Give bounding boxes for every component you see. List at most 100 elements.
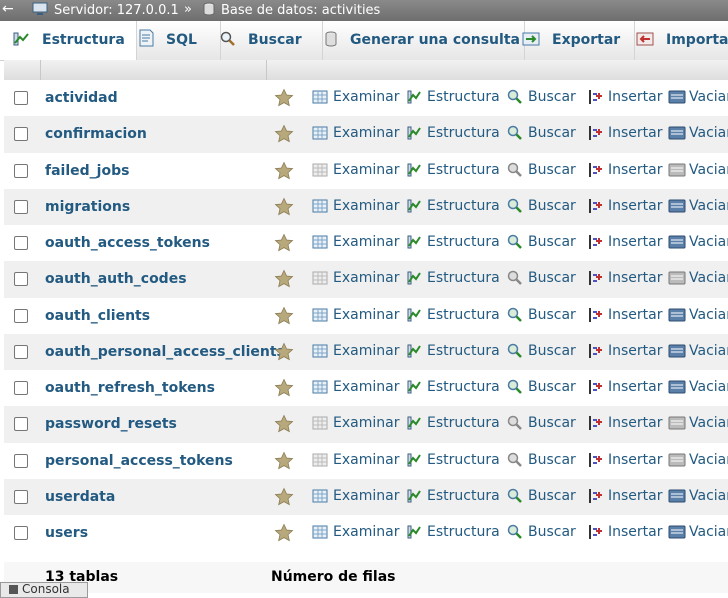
breadcrumb-database-label: Base de datos: activities	[221, 3, 381, 18]
browse-label: Examinar	[333, 125, 400, 142]
search-icon	[507, 270, 523, 286]
table-name-link[interactable]: oauth_personal_access_clients	[45, 344, 285, 360]
tab-structure[interactable]: Estructura	[0, 21, 137, 60]
search-label: Buscar	[528, 306, 576, 323]
search-icon	[507, 488, 523, 504]
tab-query[interactable]: Generar una consulta	[308, 21, 525, 60]
structure-icon	[406, 415, 422, 431]
table-name-link[interactable]: failed_jobs	[45, 163, 129, 179]
search-icon	[507, 343, 523, 359]
favorite-star-icon[interactable]	[274, 269, 294, 289]
breadcrumb-server[interactable]: Servidor: 127.0.0.1	[32, 2, 179, 18]
row-checkbox[interactable]	[14, 308, 28, 323]
empty-label: Vaciar	[689, 524, 728, 540]
insert-icon	[587, 234, 603, 250]
row-checkbox[interactable]	[14, 453, 28, 468]
insert-label: Insertar	[608, 415, 663, 432]
row-checkbox[interactable]	[14, 272, 28, 287]
table-name-link[interactable]: actividad	[45, 90, 118, 106]
row-checkbox[interactable]	[14, 199, 28, 214]
browse-label: Examinar	[333, 415, 400, 432]
table-name-link[interactable]: confirmacion	[45, 126, 147, 142]
breadcrumb-database[interactable]: Base de datos: activities	[203, 2, 380, 18]
favorite-star-icon[interactable]	[274, 88, 294, 108]
tab-export[interactable]: Exportar	[508, 21, 635, 60]
favorite-star-icon[interactable]	[274, 197, 294, 217]
structure-label: Estructura	[427, 487, 500, 504]
search-label: Buscar	[528, 342, 576, 359]
row-checkbox[interactable]	[14, 489, 28, 504]
favorite-star-icon[interactable]	[274, 161, 294, 181]
table-name-link[interactable]: password_resets	[45, 416, 177, 432]
browse-icon	[312, 270, 328, 286]
browse-label: Examinar	[333, 197, 400, 214]
structure-label: Estructura	[427, 270, 500, 287]
row-checkbox[interactable]	[14, 91, 28, 105]
rows-column-label: Número de filas	[271, 569, 396, 585]
empty-label: Vaciar	[689, 451, 728, 468]
table-row: userdata Examinar Estructura Buscar Insertar…	[4, 478, 728, 515]
table-name-link[interactable]: userdata	[45, 489, 115, 505]
insert-icon	[587, 343, 603, 359]
insert-label: Insertar	[608, 487, 663, 504]
favorite-star-icon[interactable]	[274, 487, 294, 507]
sql-icon	[139, 29, 154, 47]
table-name-link[interactable]: oauth_access_tokens	[45, 235, 210, 251]
structure-icon	[406, 524, 422, 540]
favorite-star-icon[interactable]	[274, 233, 294, 253]
insert-label: Insertar	[608, 270, 663, 287]
table-name-link[interactable]: oauth_auth_codes	[45, 271, 187, 287]
tab-search[interactable]: Buscar	[206, 21, 323, 60]
empty-label: Vaciar	[689, 234, 728, 250]
search-label: Buscar	[528, 451, 576, 468]
insert-icon	[587, 89, 603, 105]
row-checkbox[interactable]	[14, 526, 28, 540]
insert-label: Insertar	[608, 524, 663, 540]
browse-icon	[312, 162, 328, 178]
table-row: personal_access_tokens Examinar Estructura…	[4, 442, 728, 479]
search-icon	[220, 31, 235, 46]
favorite-star-icon[interactable]	[274, 306, 294, 326]
row-checkbox[interactable]	[14, 381, 28, 395]
browse-icon	[312, 234, 328, 250]
row-checkbox[interactable]	[14, 163, 28, 178]
row-checkbox[interactable]	[14, 344, 28, 359]
insert-icon	[587, 198, 603, 214]
browse-label: Examinar	[333, 89, 400, 105]
table-name-link[interactable]: personal_access_tokens	[45, 453, 233, 469]
browse-label: Examinar	[333, 379, 400, 395]
structure-icon	[406, 307, 422, 323]
insert-icon	[587, 125, 603, 141]
table-name-link[interactable]: oauth_refresh_tokens	[45, 380, 215, 396]
tab-import[interactable]: Importar	[620, 21, 728, 60]
empty-label: Vaciar	[689, 306, 728, 323]
favorite-star-icon[interactable]	[274, 378, 294, 398]
back-arrow-icon[interactable]: ←	[2, 1, 14, 17]
row-checkbox[interactable]	[14, 127, 28, 142]
insert-label: Insertar	[608, 89, 663, 105]
browse-icon	[312, 524, 328, 540]
structure-icon	[13, 32, 29, 46]
empty-table-icon	[668, 488, 686, 504]
row-checkbox[interactable]	[14, 236, 28, 250]
browse-label: Examinar	[333, 342, 400, 359]
console-toggle[interactable]: Consola	[0, 582, 88, 598]
empty-table-icon	[668, 452, 686, 468]
favorite-star-icon[interactable]	[274, 523, 294, 543]
browse-label: Examinar	[333, 306, 400, 323]
table-name-link[interactable]: oauth_clients	[45, 308, 150, 324]
table-name-link[interactable]: users	[45, 525, 88, 541]
favorite-star-icon[interactable]	[274, 342, 294, 362]
search-label: Buscar	[528, 161, 576, 178]
table-row: confirmacion Examinar Estructura Buscar Inse…	[4, 116, 728, 153]
insert-icon	[587, 379, 603, 395]
empty-label: Vaciar	[689, 161, 728, 178]
structure-icon	[406, 89, 422, 105]
favorite-star-icon[interactable]	[274, 414, 294, 434]
favorite-star-icon[interactable]	[274, 451, 294, 471]
search-label: Buscar	[528, 487, 576, 504]
structure-label: Estructura	[427, 415, 500, 432]
row-checkbox[interactable]	[14, 417, 28, 432]
table-name-link[interactable]: migrations	[45, 199, 130, 215]
favorite-star-icon[interactable]	[274, 124, 294, 144]
